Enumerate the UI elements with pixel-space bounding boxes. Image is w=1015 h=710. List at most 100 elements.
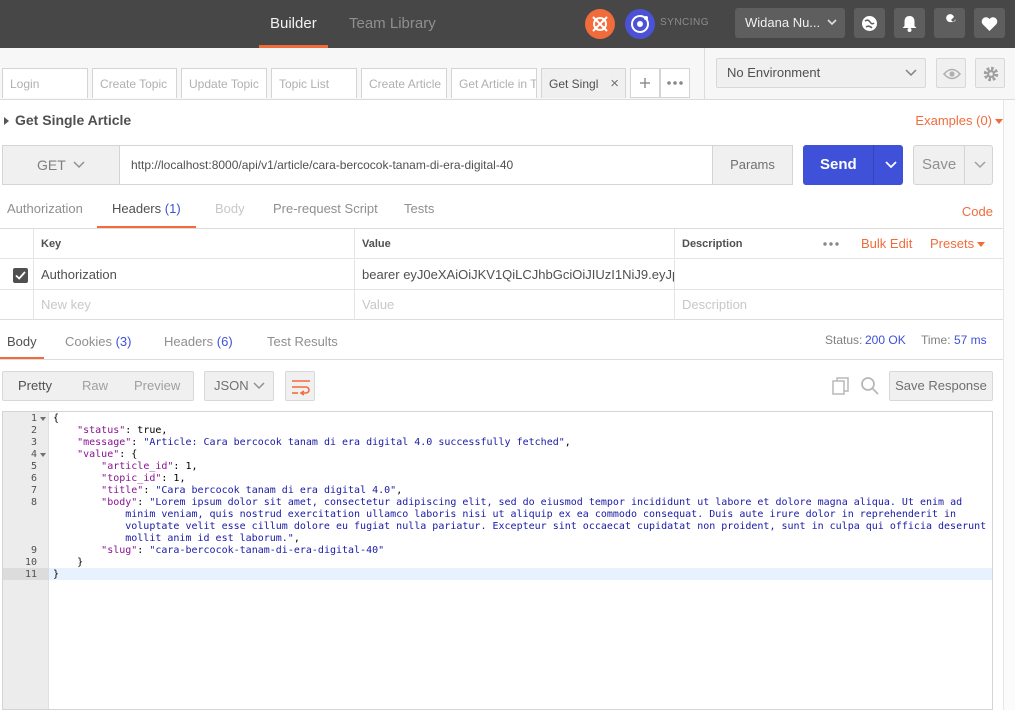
satellite-icon[interactable]: [585, 9, 615, 39]
user-name: Widana Nu...: [745, 15, 821, 30]
format-toggle: Pretty Raw Preview: [2, 371, 194, 401]
gear-icon[interactable]: [975, 58, 1005, 88]
tab-options-button[interactable]: [660, 68, 690, 98]
time-label: Time:: [921, 333, 951, 347]
heart-icon[interactable]: [974, 8, 1005, 38]
new-value-input[interactable]: Value: [354, 290, 674, 320]
examples-button[interactable]: Examples (0): [915, 113, 992, 128]
request-tab-get-article-in-topic[interactable]: Get Article in Tc: [451, 68, 537, 98]
response-tab-body[interactable]: Body: [0, 334, 44, 359]
fold-arrow-icon[interactable]: [40, 453, 46, 457]
close-icon[interactable]: ×: [610, 69, 619, 98]
response-body-editor[interactable]: 1 {2 "status": true, 3 "message": "Article…: [2, 411, 993, 710]
environment-bar: No Environment: [704, 48, 1015, 100]
save-response-button[interactable]: Save Response: [889, 371, 993, 401]
format-raw[interactable]: Raw: [82, 372, 108, 400]
request-tab-topic-list[interactable]: Topic List: [271, 68, 357, 98]
tab-prerequest-script[interactable]: Pre-request Script: [273, 201, 378, 228]
table-row-new: New key Value Description: [0, 290, 1003, 320]
header-key[interactable]: Authorization: [33, 260, 354, 289]
request-name: Get Single Article: [15, 112, 132, 128]
code-line: "title": "Cara bercocok tanam di era dig…: [101, 485, 403, 496]
code-line: mollit anim id est laborum.",: [53, 533, 300, 544]
wrap-lines-icon[interactable]: [285, 371, 315, 401]
caret-down-icon: [977, 242, 985, 247]
more-icon: [667, 81, 683, 85]
response-tab-headers[interactable]: Headers (6): [164, 334, 233, 359]
bell-icon[interactable]: [894, 8, 925, 38]
language-select[interactable]: JSON: [204, 371, 274, 401]
code-line: voluptate velit esse cillum dolore eu fu…: [53, 521, 987, 532]
params-button[interactable]: Params: [712, 146, 792, 184]
new-tab-button[interactable]: [630, 68, 660, 98]
copy-icon[interactable]: [831, 376, 851, 399]
request-tabs-bar: Login Create Topic Update Topic Topic Li…: [0, 48, 704, 100]
request-tab-update-topic[interactable]: Update Topic: [181, 68, 267, 98]
scrollbar[interactable]: [1003, 100, 1015, 710]
row-checkbox[interactable]: [13, 268, 28, 283]
response-headers-count: (6): [216, 334, 233, 349]
line-number: 5: [30, 461, 37, 472]
line-number: 2: [30, 425, 37, 436]
column-value: Value: [354, 229, 674, 258]
save-button[interactable]: Save: [913, 145, 993, 185]
chevron-down-icon: [73, 146, 85, 198]
search-icon[interactable]: [860, 376, 880, 399]
response-tab-cookies[interactable]: Cookies (3): [65, 334, 131, 359]
tab-tests[interactable]: Tests: [404, 201, 434, 228]
code-line: "topic_id": 1,: [101, 473, 186, 484]
headers-table: Key Value Description Bulk Edit Presets …: [0, 228, 1003, 320]
response-tab-test-results[interactable]: Test Results: [267, 334, 338, 359]
chevron-down-icon[interactable]: [879, 145, 903, 201]
method-value: GET: [37, 157, 66, 173]
request-tab-label: Get Singl: [549, 77, 599, 91]
presets-button[interactable]: Presets: [930, 229, 974, 259]
sync-status: SYNCING: [660, 17, 710, 28]
tab-builder[interactable]: Builder: [259, 0, 328, 48]
tab-headers[interactable]: Headers (1): [97, 201, 196, 228]
line-number: 10: [24, 557, 37, 568]
new-key-input[interactable]: New key: [33, 290, 354, 320]
code-link[interactable]: Code: [962, 204, 993, 219]
send-button[interactable]: Send: [803, 145, 903, 185]
url-input[interactable]: http://localhost:8000/api/v1/article/car…: [131, 146, 513, 184]
plus-icon: [640, 78, 650, 88]
chevron-down-icon: [827, 8, 837, 49]
chevron-down-icon: [253, 372, 265, 410]
request-tab-login[interactable]: Login: [2, 68, 88, 98]
code-line: }: [53, 569, 60, 580]
request-tab-get-single-article[interactable]: Get Singl ×: [541, 68, 626, 98]
request-tab-create-article[interactable]: Create Article: [361, 68, 447, 98]
code-line: {: [53, 413, 60, 424]
line-number: 1: [30, 413, 37, 424]
eye-icon[interactable]: [936, 58, 966, 88]
table-header-row: Key Value Description Bulk Edit Presets: [0, 229, 1003, 259]
code-line: "body": "Lorem ipsum dolor sit amet, con…: [101, 497, 963, 508]
tab-team-library[interactable]: Team Library: [349, 0, 436, 48]
chevron-down-icon[interactable]: [968, 146, 992, 199]
method-select[interactable]: GET: [3, 146, 120, 184]
header-description[interactable]: [674, 260, 1003, 289]
column-description: Description: [674, 229, 814, 258]
line-number: 7: [30, 485, 37, 496]
fold-arrow-icon[interactable]: [40, 417, 46, 421]
request-tab-create-topic[interactable]: Create Topic: [92, 68, 177, 98]
format-pretty[interactable]: Pretty: [18, 372, 52, 400]
line-number: 6: [30, 473, 37, 484]
globe-icon[interactable]: [854, 8, 885, 38]
bulk-edit-button[interactable]: Bulk Edit: [861, 229, 912, 259]
code-line: "article_id": 1,: [101, 461, 198, 472]
new-description-input[interactable]: Description: [674, 290, 1003, 320]
cookies-label: Cookies: [65, 334, 112, 349]
environment-select[interactable]: No Environment: [716, 58, 926, 88]
caret-right-icon[interactable]: [4, 117, 9, 125]
wrench-icon[interactable]: [934, 8, 965, 38]
header-value[interactable]: bearer eyJ0eXAiOiJKV1QiLCJhbGciOiJIUzI1N…: [354, 260, 674, 289]
more-icon[interactable]: [822, 229, 842, 259]
tab-authorization[interactable]: Authorization: [7, 201, 83, 228]
tab-body[interactable]: Body: [215, 201, 245, 228]
url-bar: GET http://localhost:8000/api/v1/article…: [2, 145, 793, 185]
format-preview[interactable]: Preview: [134, 372, 180, 400]
sync-icon[interactable]: [625, 9, 655, 39]
user-menu-button[interactable]: Widana Nu...: [735, 8, 845, 38]
